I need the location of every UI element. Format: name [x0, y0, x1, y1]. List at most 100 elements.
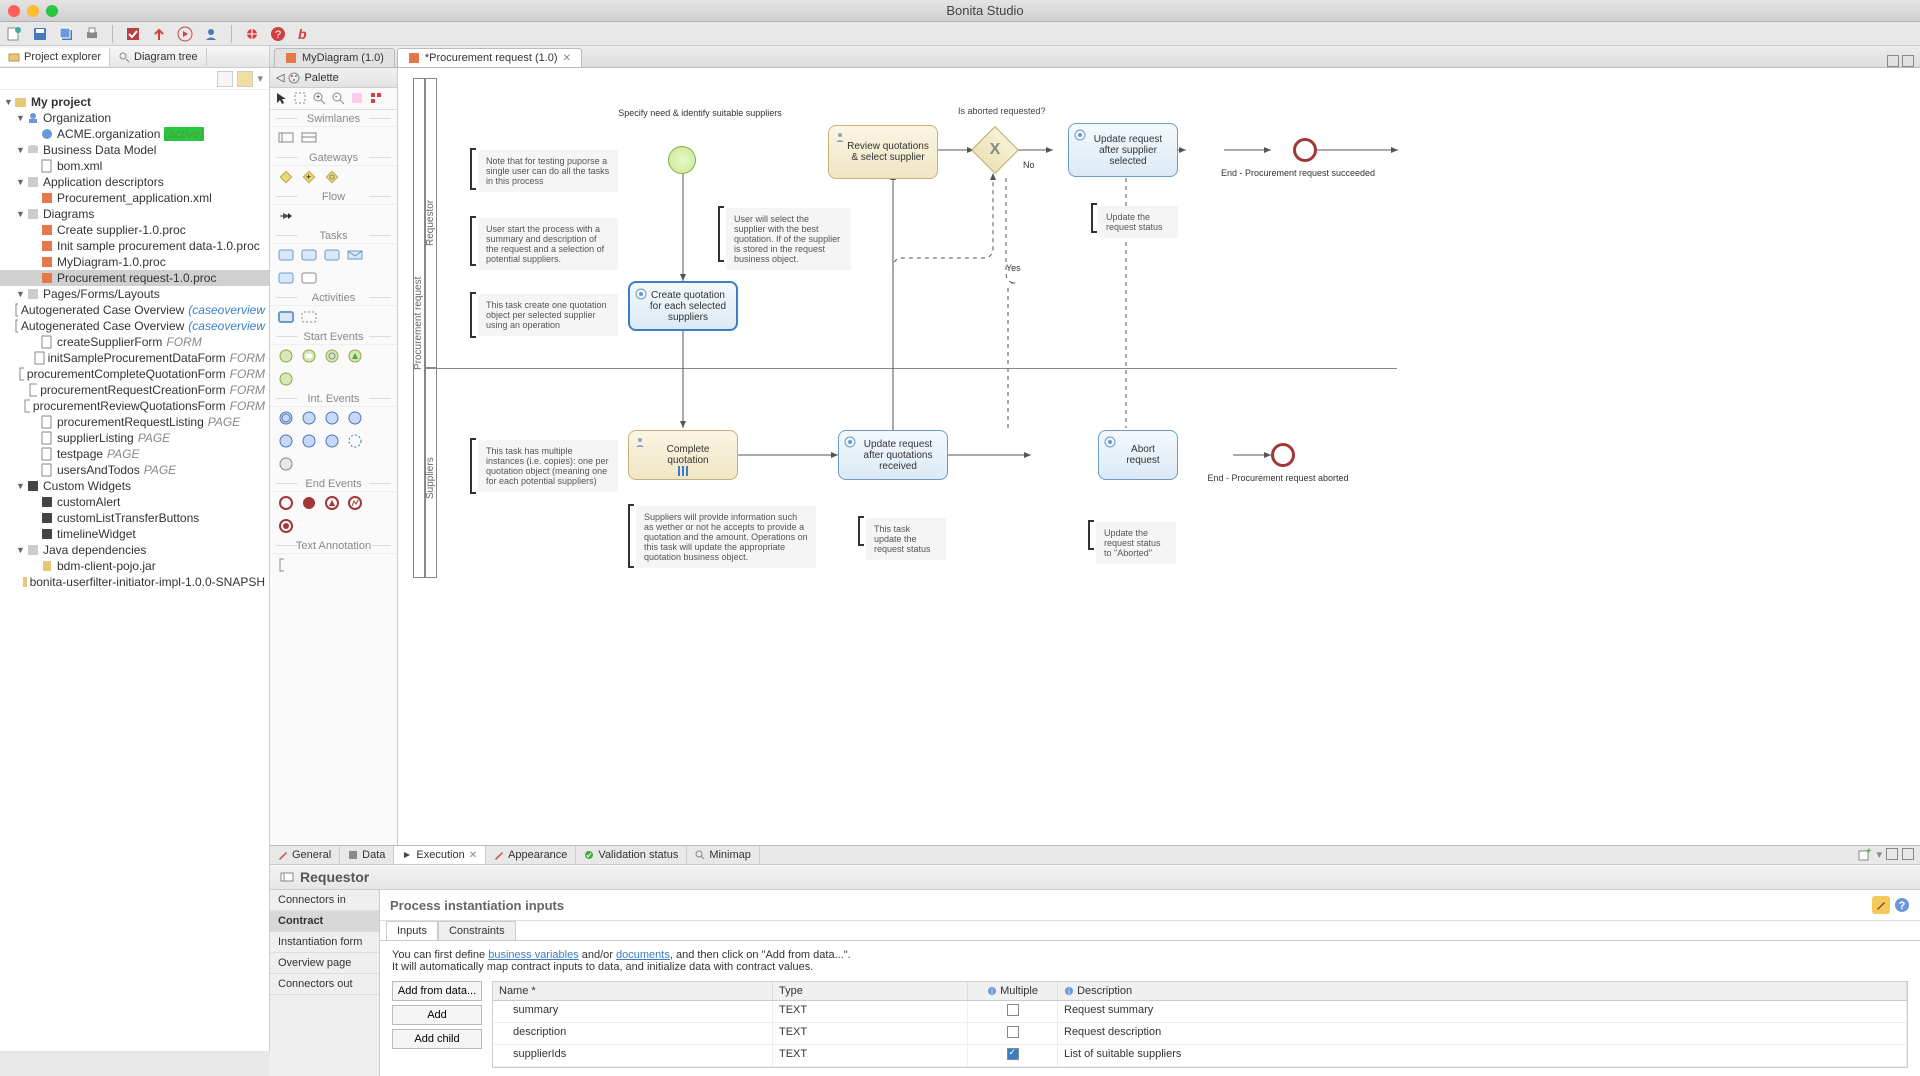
editor-tab-procurement[interactable]: *Procurement request (1.0) ✕	[397, 48, 582, 67]
tree-page-item[interactable]: usersAndTodosPAGE	[0, 462, 269, 478]
annotation[interactable]: User will select the supplier with the b…	[726, 208, 851, 270]
table-row[interactable]: description TEXT Request description	[493, 1023, 1907, 1045]
link-business-variables[interactable]: business variables	[488, 949, 579, 961]
palette-back-icon[interactable]: ◁	[276, 71, 284, 84]
minimize-editor-button[interactable]	[1887, 55, 1899, 67]
link-editor-button[interactable]	[237, 71, 253, 87]
tree-page-item[interactable]: procurementCompleteQuotationFormFORM	[0, 366, 269, 382]
end-message-icon[interactable]	[301, 495, 317, 511]
tab-data[interactable]: Data	[340, 846, 394, 864]
project-tree[interactable]: ▼My project ▼Organization ACME.organizat…	[0, 90, 269, 1051]
int-message-icon[interactable]	[347, 410, 363, 426]
tab-general[interactable]: General	[270, 846, 340, 864]
cell-name[interactable]: summary	[493, 1001, 773, 1022]
col-type[interactable]: Type	[773, 982, 968, 1000]
start-error-icon[interactable]	[278, 371, 294, 387]
maximize-window-button[interactable]	[46, 5, 58, 17]
help-icon[interactable]: ?	[270, 26, 286, 42]
annotation[interactable]: Suppliers will provide information such …	[636, 506, 816, 568]
editor-tab-mydiagram[interactable]: MyDiagram (1.0)	[274, 48, 395, 67]
int-timer-icon[interactable]	[324, 410, 340, 426]
annotation[interactable]: User start the process with a summary an…	[478, 218, 618, 270]
cell-type[interactable]: TEXT	[773, 1023, 968, 1044]
print-icon[interactable]	[84, 26, 100, 42]
end-event-aborted[interactable]	[1271, 443, 1295, 467]
cell-type[interactable]: TEXT	[773, 1045, 968, 1066]
tree-page-item[interactable]: procurementRequestListingPAGE	[0, 414, 269, 430]
minimize-view-button[interactable]	[1886, 848, 1898, 860]
annotation[interactable]: Update the request status to "Aborted"	[1096, 522, 1176, 564]
end-none-icon[interactable]	[278, 495, 294, 511]
section-contract[interactable]: Contract	[270, 911, 379, 932]
task-update-after-selected[interactable]: Update request after supplier selected	[1068, 123, 1178, 177]
tree-org-item[interactable]: ACME.organization(active)	[0, 126, 269, 142]
start-none-icon[interactable]	[278, 348, 294, 364]
subtab-constraints[interactable]: Constraints	[438, 921, 516, 940]
start-timer-icon[interactable]	[324, 348, 340, 364]
tree-root[interactable]: ▼My project	[0, 94, 269, 110]
cell-multiple[interactable]	[968, 1045, 1058, 1066]
cell-name[interactable]: supplierIds	[493, 1045, 773, 1066]
send-task-icon[interactable]	[347, 247, 363, 263]
cell-name[interactable]: description	[493, 1023, 773, 1044]
tree-diagrams[interactable]: ▼Diagrams	[0, 206, 269, 222]
tree-organization[interactable]: ▼Organization	[0, 110, 269, 126]
diagram-canvas[interactable]: Procurement request Requestor Suppliers	[398, 68, 1920, 845]
validate-icon[interactable]	[125, 26, 141, 42]
col-multiple[interactable]: i Multiple	[968, 982, 1058, 1000]
collapse-all-button[interactable]	[217, 71, 233, 87]
tree-bdm[interactable]: ▼Business Data Model	[0, 142, 269, 158]
section-instantiation-form[interactable]: Instantiation form	[270, 932, 379, 953]
task-review-quotations[interactable]: Review quotations & select supplier	[828, 125, 938, 179]
tree-page-item[interactable]: supplierListingPAGE	[0, 430, 269, 446]
tree-widget-item[interactable]: customAlert	[0, 494, 269, 510]
tree-page-item[interactable]: procurementReviewQuotationsFormFORM	[0, 398, 269, 414]
debug-icon[interactable]	[244, 26, 260, 42]
pool-icon[interactable]	[278, 130, 294, 146]
col-description[interactable]: i Description	[1058, 982, 1907, 1000]
task-complete-quotation[interactable]: Complete quotation	[628, 430, 738, 480]
section-connectors-in[interactable]: Connectors in	[270, 890, 379, 911]
close-window-button[interactable]	[8, 5, 20, 17]
zoom-in-icon[interactable]: +	[312, 91, 328, 107]
help-icon[interactable]: ?	[1894, 897, 1910, 913]
tree-page-item[interactable]: Autogenerated Case Overview(caseoverview	[0, 302, 269, 318]
end-error-icon[interactable]	[347, 495, 363, 511]
tree-page-item[interactable]: procurementRequestCreationFormFORM	[0, 382, 269, 398]
end-terminate-icon[interactable]	[278, 518, 294, 534]
col-name[interactable]: Name *	[493, 982, 773, 1000]
cell-description[interactable]: List of suitable suppliers	[1058, 1045, 1907, 1066]
task-create-quotation[interactable]: Create quotation for each selected suppl…	[628, 281, 738, 331]
end-signal-icon[interactable]	[324, 495, 340, 511]
grid-tool-icon[interactable]	[369, 91, 385, 107]
call-activity-icon[interactable]	[278, 309, 294, 325]
tree-jar-item[interactable]: bdm-client-pojo.jar	[0, 558, 269, 574]
deploy-icon[interactable]	[151, 26, 167, 42]
marquee-tool-icon[interactable]	[293, 91, 309, 107]
text-annotation-icon[interactable]	[278, 557, 294, 573]
start-message-icon[interactable]	[301, 348, 317, 364]
maximize-editor-button[interactable]	[1902, 55, 1914, 67]
tree-page-item[interactable]: createSupplierFormFORM	[0, 334, 269, 350]
start-signal-icon[interactable]	[347, 348, 363, 364]
cell-description[interactable]: Request summary	[1058, 1001, 1907, 1022]
section-connectors-out[interactable]: Connectors out	[270, 974, 379, 995]
close-tab-icon[interactable]: ✕	[469, 850, 477, 861]
cell-description[interactable]: Request description	[1058, 1023, 1907, 1044]
receive-task-icon[interactable]	[278, 270, 294, 286]
start-event[interactable]	[668, 146, 696, 174]
gateway-xor-icon[interactable]	[278, 169, 294, 185]
tree-page-item[interactable]: initSampleProcurementDataFormFORM	[0, 350, 269, 366]
tab-execution[interactable]: Execution✕	[394, 846, 486, 864]
tab-project-explorer[interactable]: Project explorer	[0, 48, 110, 66]
minimize-window-button[interactable]	[27, 5, 39, 17]
tree-pages[interactable]: ▼Pages/Forms/Layouts	[0, 286, 269, 302]
end-event-success[interactable]	[1293, 138, 1317, 162]
annotation[interactable]: This task update the request status	[866, 518, 946, 560]
cell-multiple[interactable]	[968, 1001, 1058, 1022]
tree-bdm-item[interactable]: bom.xml	[0, 158, 269, 174]
int-catch-icon[interactable]	[278, 410, 294, 426]
tree-app[interactable]: ▼Application descriptors	[0, 174, 269, 190]
gateway-is-aborted[interactable]: X	[971, 126, 1019, 174]
view-menu-icon[interactable]: ▾	[257, 72, 263, 85]
